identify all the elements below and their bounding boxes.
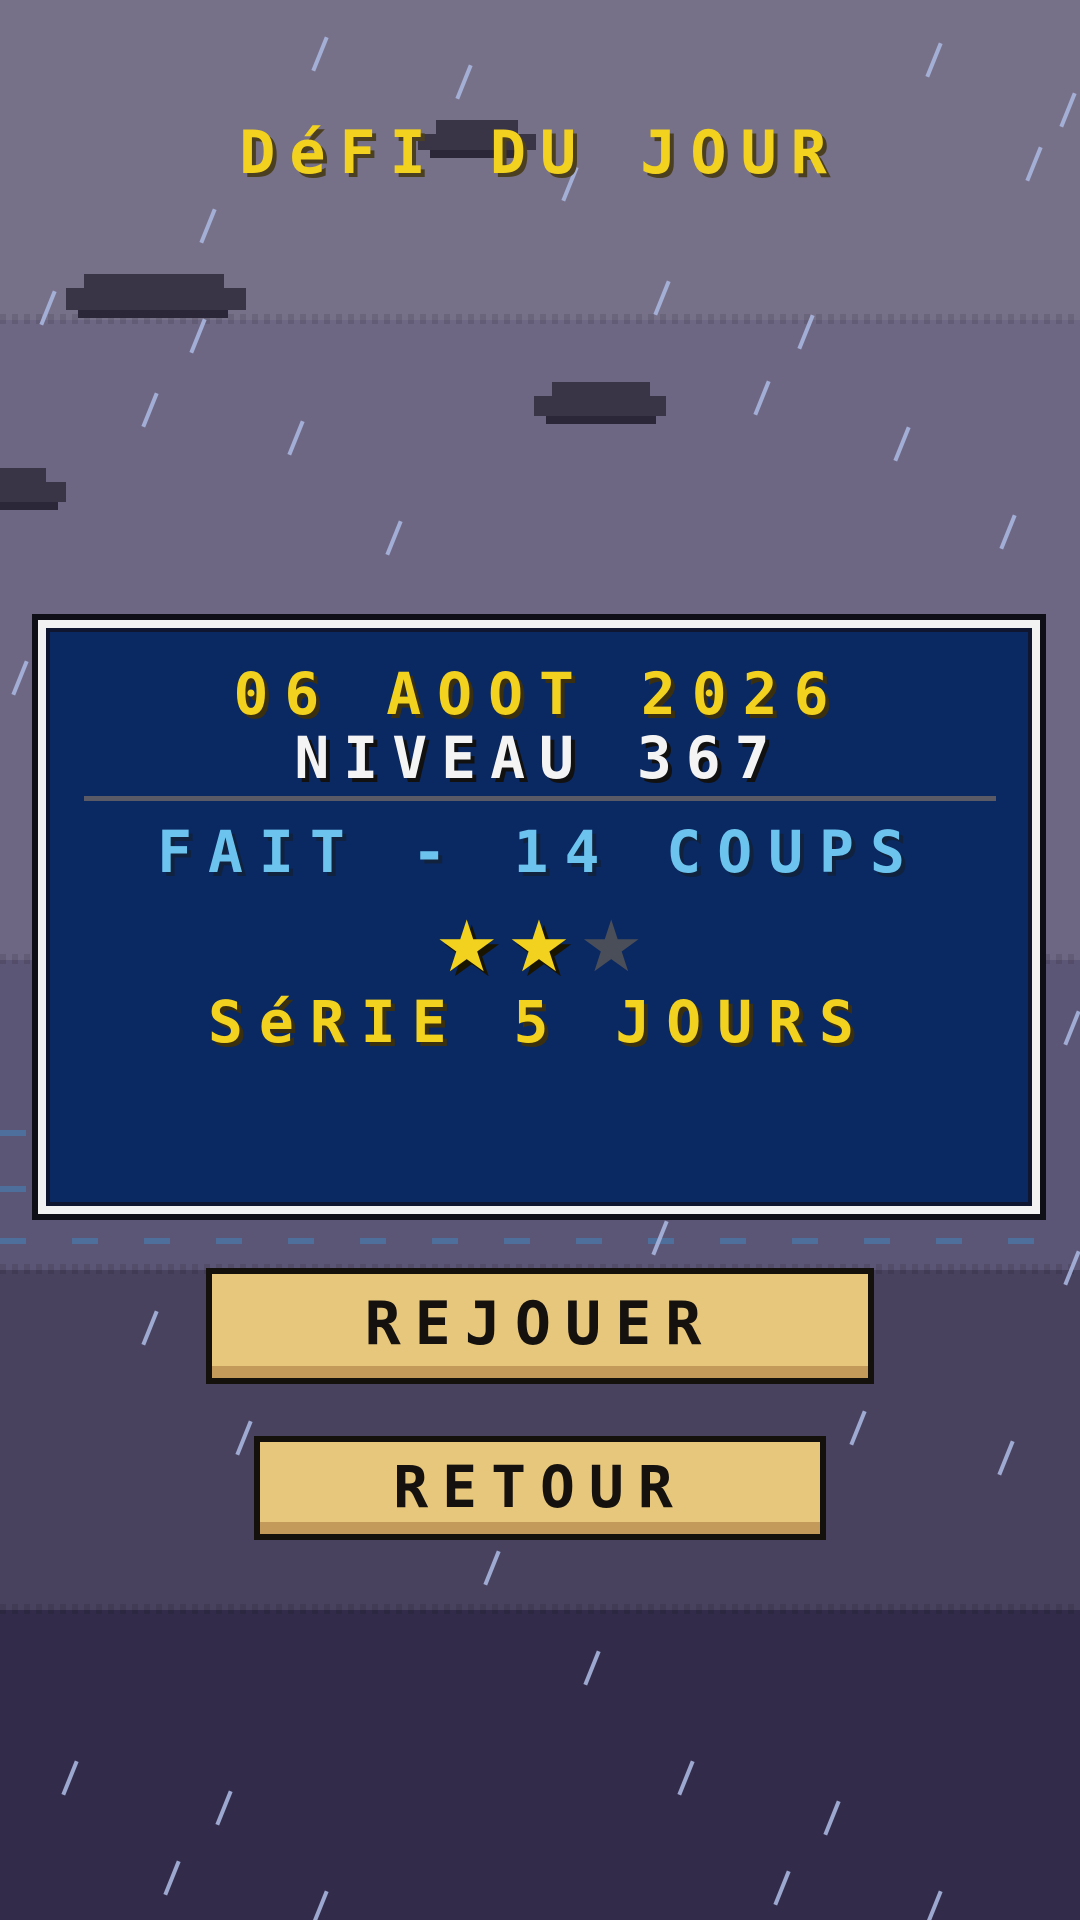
- star-icon: ★: [581, 879, 642, 996]
- replay-button[interactable]: REJOUER: [206, 1268, 874, 1384]
- star-rating: ★ ★ ★: [46, 888, 1032, 988]
- water-ripple: [0, 1238, 1080, 1244]
- streak-text: SéRIE 5 JOURS: [208, 988, 870, 1056]
- band-edge: [0, 1604, 1080, 1614]
- star-icon: ★: [436, 879, 497, 996]
- cloud: [66, 274, 246, 318]
- result-text: FAIT - 14 COUPS: [157, 818, 921, 886]
- level-number: NIVEAU 367: [294, 724, 784, 792]
- star-icon: ★: [508, 879, 570, 996]
- cloud: [534, 382, 666, 424]
- screen-title: DéFI DU JOUR: [239, 118, 841, 188]
- challenge-date: 06 AOOT 2026: [233, 660, 845, 728]
- daily-result-panel: 06 AOOT 2026 NIVEAU 367 FAIT - 14 COUPS …: [32, 614, 1046, 1220]
- panel-divider: [84, 796, 996, 801]
- cloud: [0, 468, 66, 510]
- back-button[interactable]: RETOUR: [254, 1436, 826, 1540]
- sky-band: [0, 1610, 1080, 1920]
